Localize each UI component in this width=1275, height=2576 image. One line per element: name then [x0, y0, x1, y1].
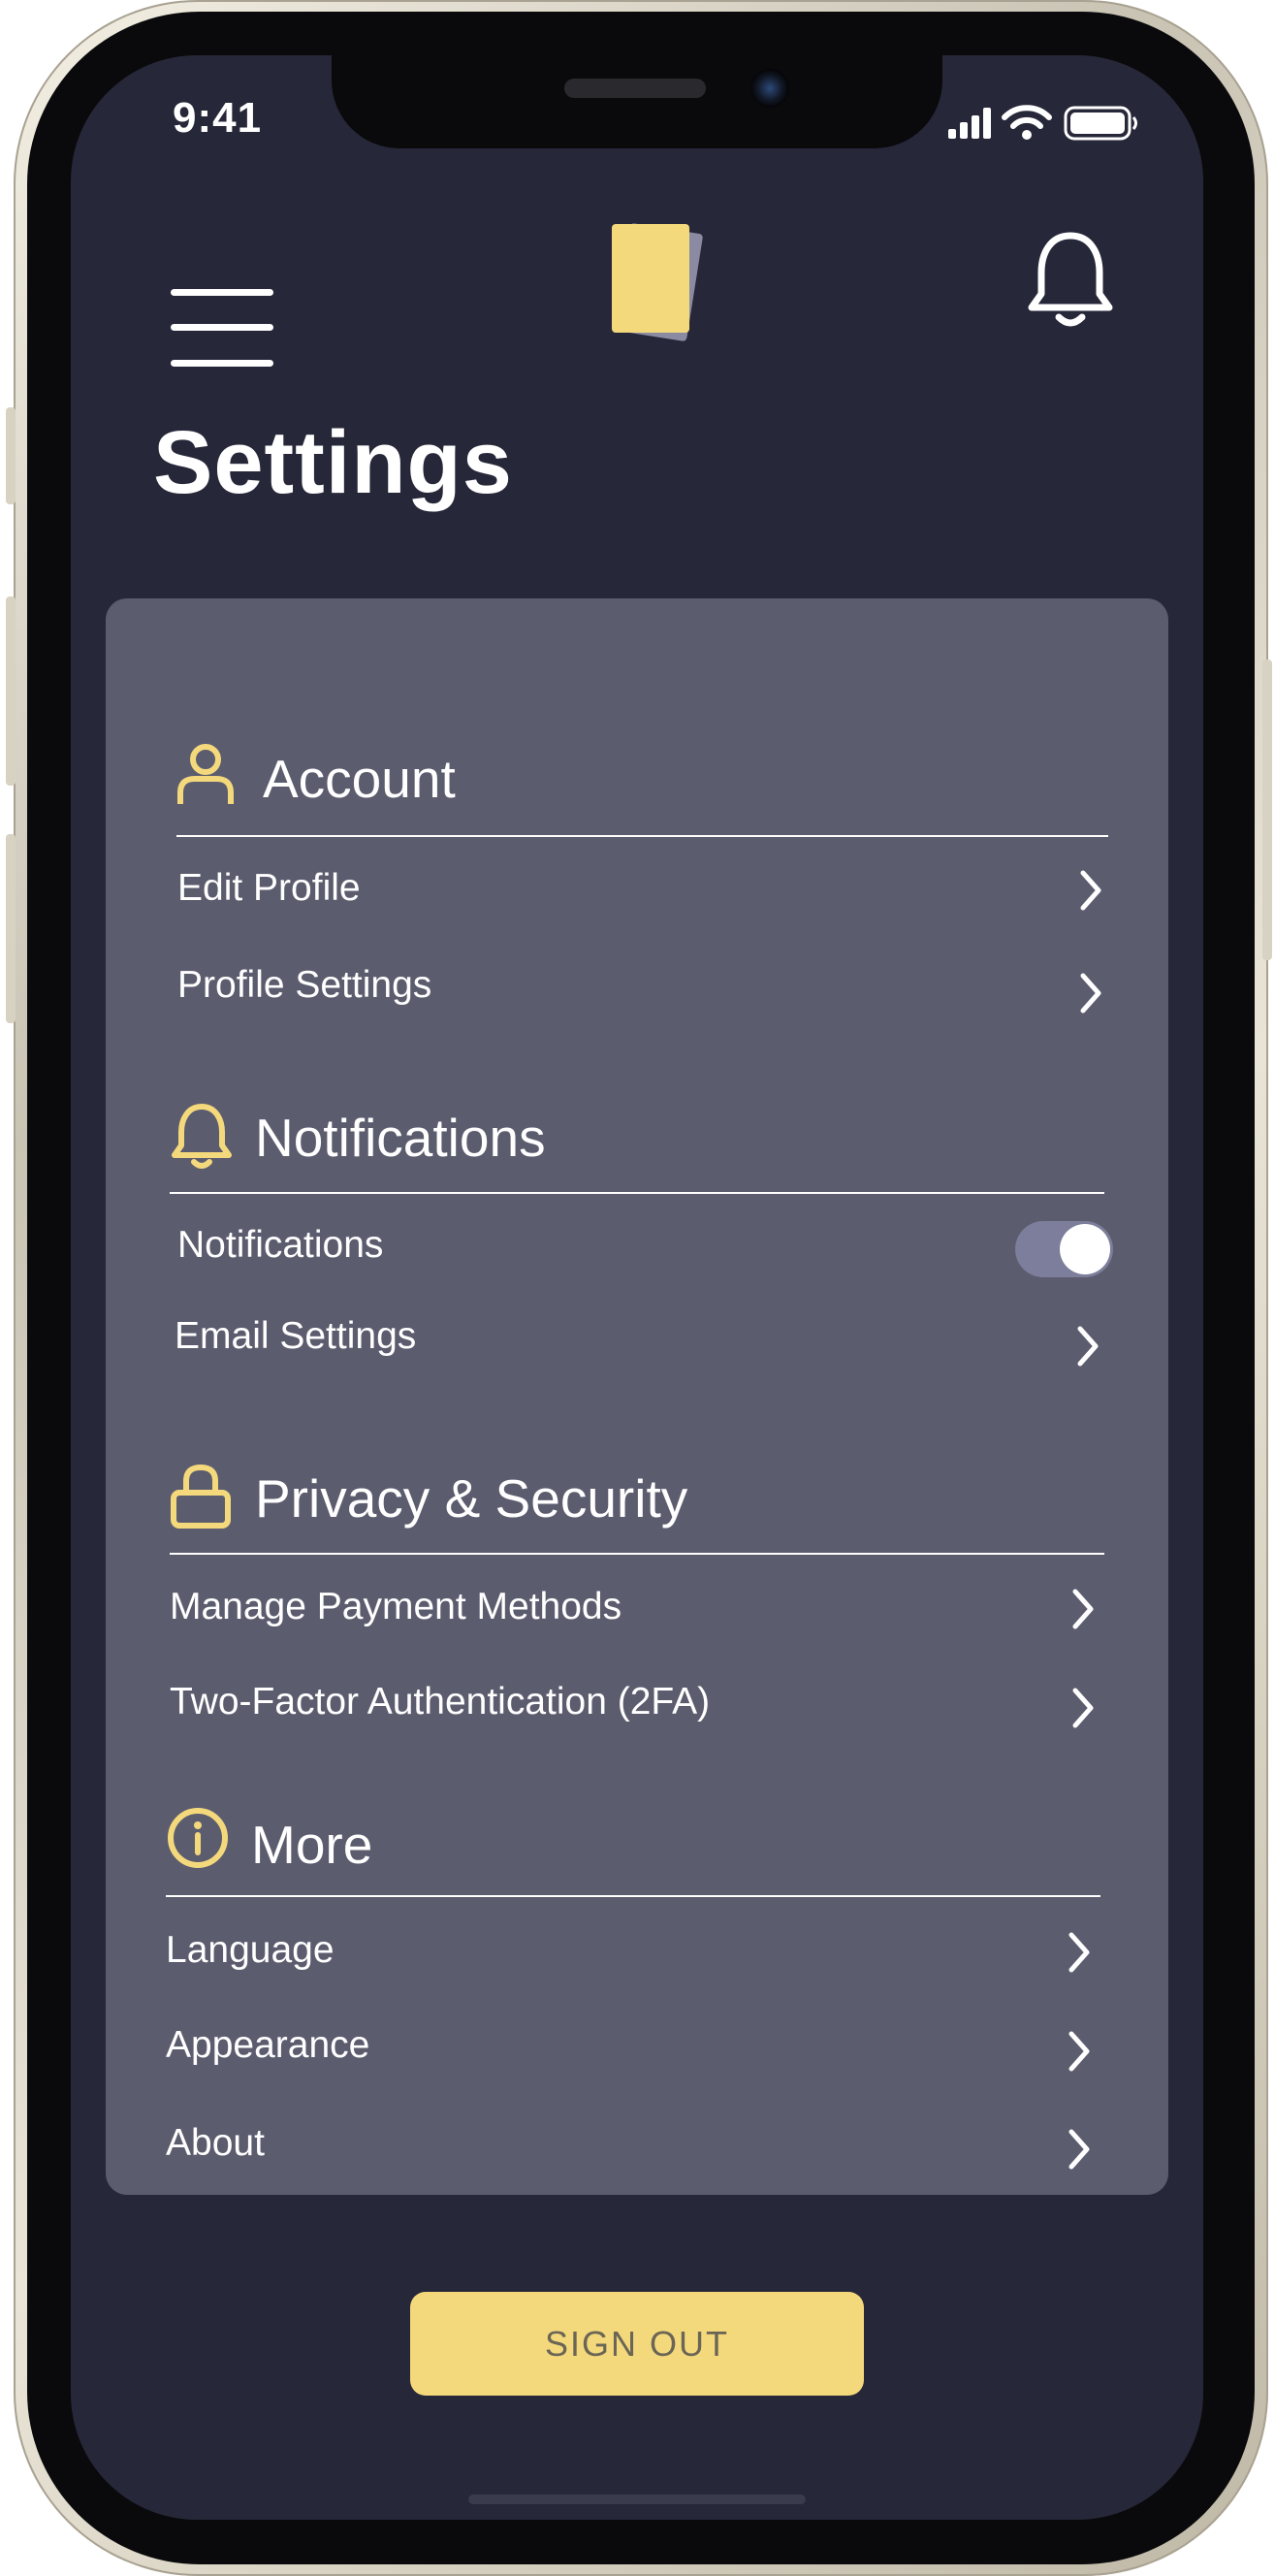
home-indicator	[468, 2495, 806, 2504]
section-title-notifications: Notifications	[255, 1108, 546, 1168]
section-title-privacy: Privacy & Security	[255, 1468, 688, 1529]
row-label: Notifications	[177, 1224, 384, 1266]
row-label: Two-Factor Authentication (2FA)	[170, 1681, 711, 1723]
divider	[166, 1895, 1100, 1897]
status-time: 9:41	[173, 94, 263, 142]
bell-icon	[172, 1104, 232, 1169]
row-label: Email Settings	[175, 1315, 417, 1357]
settings-row-appearance[interactable]: Appearance	[166, 2012, 1097, 2080]
section-header-notifications: Notifications	[170, 1101, 848, 1169]
section-title-more: More	[251, 1815, 373, 1875]
side-button	[1262, 660, 1272, 960]
settings-row-manage-payment-methods[interactable]: Manage Payment Methods	[170, 1574, 1100, 1642]
signal-wifi-battery-icon	[948, 105, 1137, 141]
row-label: Edit Profile	[177, 867, 361, 909]
notification-bell-icon[interactable]	[1024, 228, 1117, 339]
row-label: Manage Payment Methods	[170, 1586, 622, 1627]
toggle-knob	[1060, 1224, 1110, 1274]
notifications-toggle[interactable]	[1015, 1221, 1113, 1277]
page-title: Settings	[153, 413, 513, 512]
menu-icon[interactable]	[171, 228, 273, 367]
info-icon	[168, 1808, 228, 1868]
chevron-right-icon	[1068, 2031, 1090, 2072]
speaker	[564, 79, 706, 98]
notch	[332, 55, 942, 148]
settings-row-email-settings[interactable]: Email Settings	[175, 1304, 1105, 1371]
chevron-right-icon	[1077, 1326, 1099, 1367]
chevron-right-icon	[1068, 2129, 1090, 2170]
lock-icon	[171, 1464, 231, 1529]
side-button	[6, 596, 16, 786]
row-label: About	[166, 2122, 265, 2164]
row-label: Appearance	[166, 2024, 370, 2066]
settings-row-about[interactable]: About	[166, 2110, 1097, 2178]
status-icons	[948, 104, 1152, 147]
app-logo	[583, 210, 709, 346]
user-icon	[177, 744, 234, 804]
chevron-right-icon	[1072, 1688, 1094, 1728]
row-label: Language	[166, 1929, 335, 1971]
section-header-more: More	[166, 1806, 651, 1875]
chevron-right-icon	[1080, 973, 1101, 1014]
chevron-right-icon	[1080, 870, 1101, 911]
divider	[176, 835, 1108, 837]
chevron-right-icon	[1068, 1932, 1090, 1973]
divider	[170, 1553, 1104, 1555]
settings-row-language[interactable]: Language	[166, 1917, 1097, 1985]
section-title-account: Account	[263, 749, 456, 809]
side-button	[6, 834, 16, 1023]
chevron-right-icon	[1072, 1589, 1094, 1629]
settings-card: Account Edit Profile Profile Settings No…	[106, 598, 1168, 2195]
settings-row-two-factor-auth[interactable]: Two-Factor Authentication (2FA)	[170, 1669, 1100, 1737]
row-label: Profile Settings	[177, 964, 432, 1006]
side-button	[6, 407, 16, 504]
settings-row-profile-settings[interactable]: Profile Settings	[177, 952, 1108, 1020]
sign-out-button[interactable]: SIGN OUT	[410, 2292, 864, 2396]
app-screen: 9:41 Settings Account Edit Profile Profi…	[71, 55, 1203, 2520]
section-header-privacy: Privacy & Security	[170, 1462, 945, 1530]
divider	[170, 1192, 1104, 1194]
settings-row-edit-profile[interactable]: Edit Profile	[177, 855, 1108, 923]
camera	[750, 69, 789, 108]
settings-row-notifications: Notifications	[177, 1212, 1108, 1280]
section-header-account: Account	[175, 742, 757, 810]
